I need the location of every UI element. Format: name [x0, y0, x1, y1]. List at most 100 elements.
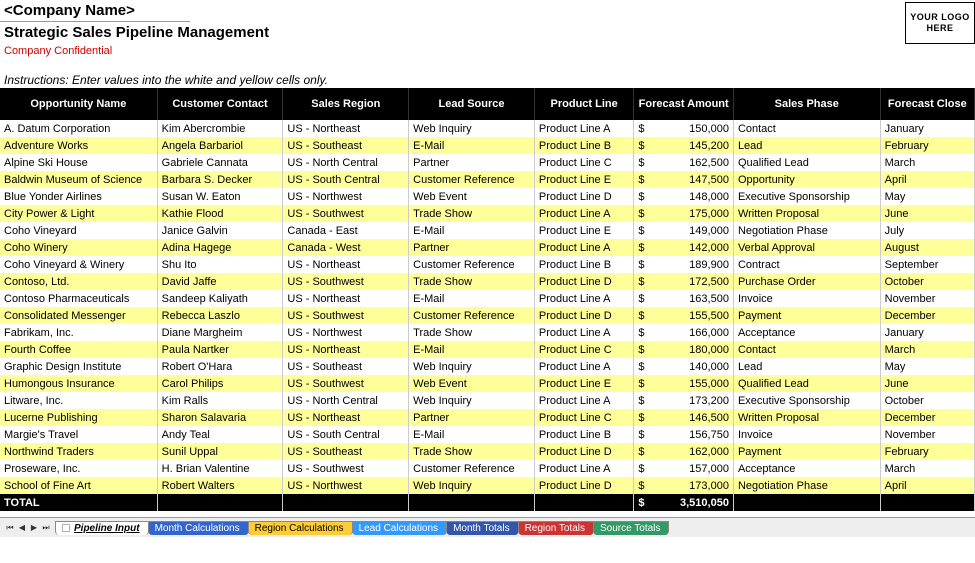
cell-customer-contact[interactable]: Paula Nartker [157, 341, 283, 358]
cell-sales-phase[interactable]: Qualified Lead [733, 154, 880, 171]
col-header-amount[interactable]: Forecast Amount [634, 88, 734, 120]
cell-product-line[interactable]: Product Line A [534, 120, 634, 137]
cell-forecast-close[interactable]: March [880, 460, 974, 477]
cell-forecast-amount[interactable]: $142,000 [634, 239, 734, 256]
cell-opportunity-name[interactable]: Contoso Pharmaceuticals [0, 290, 157, 307]
cell-lead-source[interactable]: Web Event [409, 188, 535, 205]
cell-product-line[interactable]: Product Line C [534, 409, 634, 426]
cell-customer-contact[interactable]: Diane Margheim [157, 324, 283, 341]
cell-lead-source[interactable]: Web Inquiry [409, 358, 535, 375]
col-header-product[interactable]: Product Line [534, 88, 634, 120]
cell-sales-region[interactable]: US - Southwest [283, 460, 409, 477]
cell-product-line[interactable]: Product Line D [534, 307, 634, 324]
cell-sales-phase[interactable]: Invoice [733, 426, 880, 443]
cell-product-line[interactable]: Product Line C [534, 341, 634, 358]
cell-lead-source[interactable]: Customer Reference [409, 171, 535, 188]
cell-sales-phase[interactable]: Verbal Approval [733, 239, 880, 256]
cell-opportunity-name[interactable]: Northwind Traders [0, 443, 157, 460]
cell-forecast-amount[interactable]: $162,500 [634, 154, 734, 171]
cell-product-line[interactable]: Product Line E [534, 171, 634, 188]
cell-sales-region[interactable]: US - Northwest [283, 188, 409, 205]
cell-lead-source[interactable]: Partner [409, 409, 535, 426]
cell-product-line[interactable]: Product Line C [534, 154, 634, 171]
cell-forecast-amount[interactable]: $140,000 [634, 358, 734, 375]
cell-opportunity-name[interactable]: Margie's Travel [0, 426, 157, 443]
cell-forecast-close[interactable]: December [880, 307, 974, 324]
cell-forecast-amount[interactable]: $173,200 [634, 392, 734, 409]
cell-forecast-close[interactable]: May [880, 358, 974, 375]
cell-sales-phase[interactable]: Lead [733, 358, 880, 375]
cell-lead-source[interactable]: Trade Show [409, 273, 535, 290]
cell-lead-source[interactable]: E-Mail [409, 222, 535, 239]
cell-product-line[interactable]: Product Line D [534, 273, 634, 290]
cell-forecast-close[interactable]: December [880, 409, 974, 426]
cell-lead-source[interactable]: Trade Show [409, 443, 535, 460]
cell-forecast-amount[interactable]: $189,900 [634, 256, 734, 273]
cell-forecast-close[interactable]: August [880, 239, 974, 256]
logo-placeholder[interactable]: YOUR LOGO HERE [905, 2, 975, 44]
cell-lead-source[interactable]: E-Mail [409, 137, 535, 154]
col-header-close[interactable]: Forecast Close [880, 88, 974, 120]
cell-forecast-amount[interactable]: $180,000 [634, 341, 734, 358]
cell-sales-region[interactable]: Canada - East [283, 222, 409, 239]
cell-forecast-amount[interactable]: $155,000 [634, 375, 734, 392]
cell-sales-phase[interactable]: Qualified Lead [733, 375, 880, 392]
cell-sales-phase[interactable]: Negotiation Phase [733, 477, 880, 494]
cell-lead-source[interactable]: E-Mail [409, 341, 535, 358]
cell-forecast-amount[interactable]: $145,200 [634, 137, 734, 154]
cell-product-line[interactable]: Product Line A [534, 290, 634, 307]
cell-sales-phase[interactable]: Opportunity [733, 171, 880, 188]
cell-forecast-close[interactable]: January [880, 324, 974, 341]
cell-customer-contact[interactable]: Shu Ito [157, 256, 283, 273]
cell-forecast-close[interactable]: November [880, 290, 974, 307]
col-header-region[interactable]: Sales Region [283, 88, 409, 120]
cell-sales-region[interactable]: US - Southwest [283, 375, 409, 392]
cell-customer-contact[interactable]: Andy Teal [157, 426, 283, 443]
cell-lead-source[interactable]: Customer Reference [409, 256, 535, 273]
cell-customer-contact[interactable]: Kim Ralls [157, 392, 283, 409]
cell-customer-contact[interactable]: Robert O'Hara [157, 358, 283, 375]
cell-sales-region[interactable]: US - Southeast [283, 443, 409, 460]
company-name-cell[interactable]: <Company Name> [0, 0, 190, 22]
cell-lead-source[interactable]: Web Inquiry [409, 392, 535, 409]
cell-forecast-amount[interactable]: $157,000 [634, 460, 734, 477]
sheet-tab[interactable]: Source Totals [593, 521, 669, 535]
cell-sales-phase[interactable]: Payment [733, 443, 880, 460]
cell-opportunity-name[interactable]: A. Datum Corporation [0, 120, 157, 137]
cell-product-line[interactable]: Product Line B [534, 137, 634, 154]
cell-product-line[interactable]: Product Line A [534, 358, 634, 375]
cell-sales-region[interactable]: Canada - West [283, 239, 409, 256]
sheet-tab[interactable]: Lead Calculations [352, 521, 448, 535]
cell-forecast-amount[interactable]: $162,000 [634, 443, 734, 460]
cell-customer-contact[interactable]: Rebecca Laszlo [157, 307, 283, 324]
cell-lead-source[interactable]: Customer Reference [409, 460, 535, 477]
cell-forecast-close[interactable]: March [880, 154, 974, 171]
cell-product-line[interactable]: Product Line A [534, 324, 634, 341]
cell-sales-phase[interactable]: Executive Sponsorship [733, 188, 880, 205]
cell-product-line[interactable]: Product Line D [534, 188, 634, 205]
cell-product-line[interactable]: Product Line B [534, 256, 634, 273]
cell-customer-contact[interactable]: H. Brian Valentine [157, 460, 283, 477]
cell-sales-region[interactable]: US - Northeast [283, 120, 409, 137]
cell-sales-phase[interactable]: Contact [733, 341, 880, 358]
cell-product-line[interactable]: Product Line E [534, 375, 634, 392]
tab-nav-first-icon[interactable]: ⏮ [4, 521, 16, 535]
cell-sales-region[interactable]: US - Northeast [283, 256, 409, 273]
cell-lead-source[interactable]: E-Mail [409, 290, 535, 307]
cell-product-line[interactable]: Product Line A [534, 239, 634, 256]
cell-forecast-amount[interactable]: $156,750 [634, 426, 734, 443]
cell-product-line[interactable]: Product Line B [534, 426, 634, 443]
cell-sales-phase[interactable]: Lead [733, 137, 880, 154]
cell-sales-region[interactable]: US - Northwest [283, 324, 409, 341]
cell-lead-source[interactable]: E-Mail [409, 426, 535, 443]
cell-customer-contact[interactable]: Angela Barbariol [157, 137, 283, 154]
tab-nav-prev-icon[interactable]: ◀ [16, 521, 28, 535]
cell-forecast-close[interactable]: March [880, 341, 974, 358]
cell-lead-source[interactable]: Web Event [409, 375, 535, 392]
cell-customer-contact[interactable]: Susan W. Eaton [157, 188, 283, 205]
cell-product-line[interactable]: Product Line A [534, 460, 634, 477]
cell-product-line[interactable]: Product Line D [534, 443, 634, 460]
cell-forecast-close[interactable]: June [880, 375, 974, 392]
cell-customer-contact[interactable]: Sunil Uppal [157, 443, 283, 460]
cell-forecast-close[interactable]: October [880, 273, 974, 290]
